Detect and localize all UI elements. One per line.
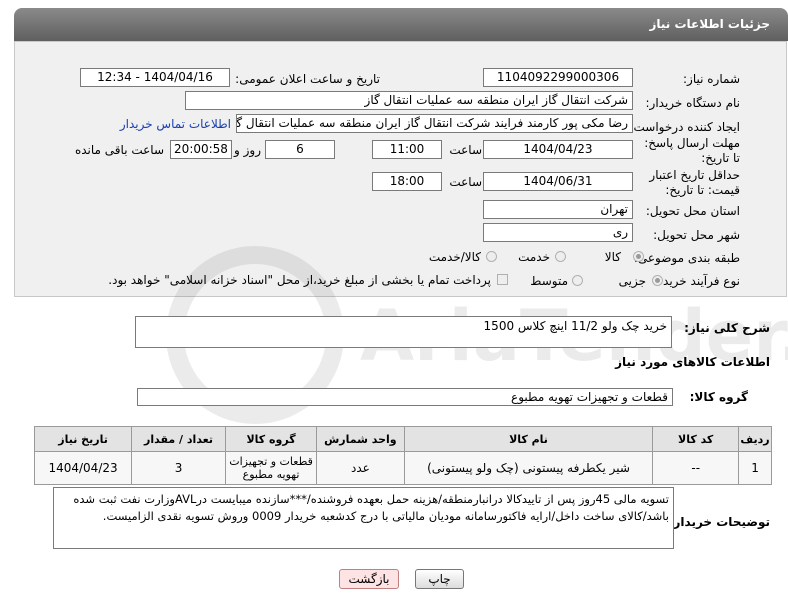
cell-need-date: 1404/04/23	[33, 451, 133, 485]
col-group: گروه کالا	[224, 426, 318, 452]
process-radio-medium[interactable]	[572, 275, 583, 286]
description-field: خرید چک ولو 11/2 اینچ کلاس 1500	[135, 316, 672, 348]
category-radio-goods-service[interactable]	[486, 251, 497, 262]
reply-deadline-label: مهلت ارسال پاسخ: تا تاریخ:	[644, 136, 740, 165]
price-hour-label: ساعت	[449, 175, 482, 189]
price-validity-label: حداقل تاریخ اعتبار قیمت: تا تاریخ:	[649, 168, 740, 197]
table-row: 1 -- شیر یکطرفه پیستونی (چک ولو پیستونی)…	[33, 451, 772, 485]
category-radio-goods[interactable]	[633, 251, 644, 262]
goods-table-header: ردیف کد کالا نام کالا واحد شمارش گروه کا…	[33, 426, 772, 452]
col-need-date: تاریخ نیاز	[33, 426, 133, 452]
page-header: جزئیات اطلاعات نیاز	[14, 8, 788, 41]
need-number-label: شماره نیاز:	[683, 72, 740, 86]
cell-code: --	[652, 451, 740, 485]
goods-table: ردیف کد کالا نام کالا واحد شمارش گروه کا…	[33, 426, 772, 485]
col-name: نام کالا	[403, 426, 654, 452]
process-label: نوع فرآیند خرید :	[655, 274, 740, 288]
goods-group-field: قطعات و تجهیزات تهویه مطبوع	[137, 388, 673, 406]
requester-field: رضا مکی پور کارمند فرایند شرکت انتقال گا…	[236, 114, 633, 133]
treasury-payment-checkbox[interactable]	[497, 274, 508, 285]
print-button[interactable]: چاپ	[415, 569, 464, 589]
col-quantity: تعداد / مقدار	[131, 426, 226, 452]
city-label: شهر محل تحویل:	[653, 228, 740, 242]
announce-field: 1404/04/16 - 12:34	[80, 68, 230, 87]
cell-group: قطعات و تجهیزات تهویه مطبوع	[224, 451, 318, 485]
process-option-medium: متوسط	[530, 274, 568, 288]
cell-quantity: 3	[131, 451, 226, 485]
reply-hour-label: ساعت	[449, 143, 482, 157]
buyer-notes-label: توضیحات خریدار:	[668, 515, 770, 529]
cell-name: شیر یکطرفه پیستونی (چک ولو پیستونی)	[403, 451, 654, 485]
price-time-field: 18:00	[372, 172, 442, 191]
col-row: ردیف	[738, 426, 772, 452]
remaining-time-field: 20:00:58	[170, 140, 232, 159]
payment-note: پرداخت تمام یا بخشی از مبلغ خرید،از محل …	[108, 273, 491, 287]
reply-date-field: 1404/04/23	[483, 140, 633, 159]
category-label: طبقه بندی موضوعی:	[633, 251, 740, 265]
days-label: روز و	[234, 143, 261, 157]
description-label: شرح کلی نیاز:	[684, 321, 770, 335]
province-field: تهران	[483, 200, 633, 219]
city-field: ری	[483, 223, 633, 242]
buyer-org-field: شرکت انتقال گاز ایران منطقه سه عملیات ان…	[185, 91, 633, 110]
contact-buyer-link[interactable]: اطلاعات تماس خریدار	[120, 117, 231, 131]
back-button[interactable]: بازگشت	[339, 569, 399, 589]
page-title: جزئیات اطلاعات نیاز	[649, 17, 770, 31]
col-unit: واحد شمارش	[316, 426, 405, 452]
cell-row: 1	[738, 451, 772, 485]
category-radio-service[interactable]	[555, 251, 566, 262]
col-code: کد کالا	[652, 426, 740, 452]
category-option-service: خدمت	[518, 250, 550, 264]
category-option-goods-service: کالا/خدمت	[428, 250, 481, 264]
category-option-goods: کالا	[604, 250, 621, 264]
goods-section-title: اطلاعات کالاهای مورد نیاز	[615, 355, 770, 369]
cell-unit: عدد	[316, 451, 405, 485]
goods-group-label: گروه کالا:	[689, 390, 748, 404]
process-option-minor: جزیی	[618, 274, 646, 288]
need-number-field: 1104092299000306	[483, 68, 633, 87]
process-radio-minor[interactable]	[652, 275, 663, 286]
price-date-field: 1404/06/31	[483, 172, 633, 191]
province-label: استان محل تحویل:	[645, 204, 740, 218]
requester-label: ایجاد کننده درخواست:	[629, 120, 740, 134]
announce-label: تاریخ و ساعت اعلان عمومی:	[235, 72, 380, 86]
buyer-org-label: نام دستگاه خریدار:	[645, 96, 741, 110]
reply-time-field: 11:00	[372, 140, 442, 159]
buyer-notes-field: تسویه مالی 45روز پس از تاییدکالا درانبار…	[53, 487, 674, 549]
remaining-time-label: ساعت باقی مانده	[74, 143, 164, 157]
days-field: 6	[265, 140, 335, 159]
